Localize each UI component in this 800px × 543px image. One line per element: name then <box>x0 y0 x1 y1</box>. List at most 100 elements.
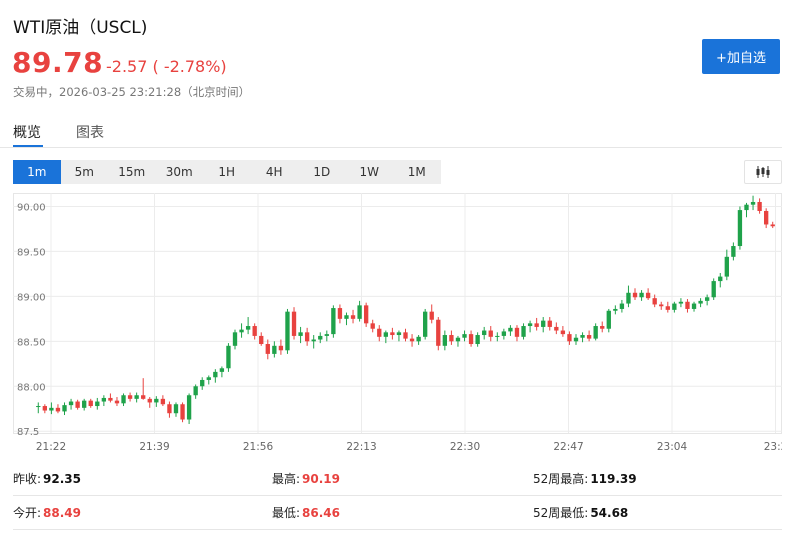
candle-body <box>95 401 100 407</box>
candlestick-icon <box>756 166 770 178</box>
candle-body <box>495 335 500 337</box>
stat-value: 119.39 <box>590 472 637 486</box>
candle-body <box>731 246 736 257</box>
candle-body <box>232 332 238 346</box>
candle-body <box>239 329 244 333</box>
candle-body <box>160 398 166 405</box>
stat-value: 90.19 <box>302 472 341 486</box>
candle-body <box>429 311 434 320</box>
interval-5m[interactable]: 5m <box>61 160 109 184</box>
stat-label: 最低: <box>272 506 301 520</box>
stat-high: 最高: 90.19 <box>272 470 340 487</box>
stat-label: 今开: <box>13 506 42 520</box>
candle-body <box>206 377 211 380</box>
x-tick-label: 21:22 <box>36 441 66 453</box>
price-chart[interactable]: 87.5 88.00 88.50 89.00 89.50 90.00 21:22 21:39 2… <box>0 188 782 453</box>
candle-body <box>593 326 598 339</box>
price-change: -2.57 ( -2.78%) <box>106 57 227 76</box>
candle-body <box>265 344 270 354</box>
candle-body <box>626 292 631 304</box>
stat-open: 今开: 88.49 <box>13 504 81 521</box>
candle-body <box>324 334 329 336</box>
candle-body <box>698 300 703 304</box>
tab-overview[interactable]: 概览 <box>13 122 41 142</box>
candle-body <box>567 334 572 342</box>
trading-status: 交易中，2026-03-25 23:21:28（北京时间） <box>13 85 251 99</box>
stat-label: 昨收: <box>13 472 42 486</box>
candle-body <box>442 335 448 346</box>
candle-body <box>55 407 61 412</box>
candle-body <box>396 332 402 336</box>
candle-body <box>560 330 566 335</box>
interval-4h[interactable]: 4H <box>251 160 299 184</box>
candle-body <box>665 306 670 310</box>
candle-body <box>344 315 349 319</box>
candle-body <box>652 298 657 305</box>
candle-body <box>475 335 480 345</box>
candle-body <box>311 339 316 342</box>
candle-body <box>357 305 362 319</box>
candle-body <box>36 406 41 408</box>
interval-1w[interactable]: 1W <box>346 160 394 184</box>
candle-body <box>42 406 48 411</box>
candle-body <box>416 336 421 342</box>
x-tick-label: 23:2 <box>764 441 782 453</box>
candle-body <box>606 310 611 329</box>
interval-1m[interactable]: 1m <box>13 160 61 184</box>
interval-15m[interactable]: 15m <box>108 160 156 184</box>
candle-body <box>219 368 225 372</box>
candle-body <box>127 395 133 399</box>
stat-value: 86.46 <box>302 506 341 520</box>
stat-label: 52周最高: <box>533 472 589 486</box>
add-watchlist-button[interactable]: +加自选 <box>702 39 780 74</box>
candle-body <box>154 398 159 403</box>
candle-body <box>770 224 775 227</box>
candle-body <box>350 315 356 319</box>
candle-body <box>462 334 467 338</box>
stat-low: 最低: 86.46 <box>272 504 340 521</box>
candle-body <box>724 256 729 277</box>
candle-body <box>200 379 205 387</box>
candle-body <box>685 301 690 309</box>
candle-body <box>436 319 441 346</box>
stat-value: 54.68 <box>590 506 629 520</box>
instrument-title: WTI原油（USCL) <box>13 18 148 38</box>
stat-value: 92.35 <box>43 472 82 486</box>
candle-body <box>704 297 710 301</box>
candle-body <box>573 337 579 342</box>
x-tick-label: 22:30 <box>450 441 480 453</box>
tabs-divider <box>0 147 782 148</box>
y-tick-label: 88.00 <box>17 382 46 393</box>
chart-type-button[interactable] <box>744 160 782 184</box>
candle-body <box>750 201 756 205</box>
candle-body <box>632 292 638 298</box>
interval-30m[interactable]: 30m <box>156 160 204 184</box>
candle-body <box>383 332 388 337</box>
interval-1h[interactable]: 1H <box>203 160 251 184</box>
candle-body <box>449 335 454 342</box>
candle-body <box>134 395 139 399</box>
interval-1mo[interactable]: 1M <box>393 160 441 184</box>
candle-body <box>363 305 369 324</box>
candle-body <box>455 337 461 342</box>
x-tick-label: 22:13 <box>346 441 376 453</box>
stats-row-1: 昨收: 92.35 最高: 90.19 52周最高: 119.39 <box>13 461 782 496</box>
candle-body <box>541 320 546 327</box>
tab-chart[interactable]: 图表 <box>76 122 104 142</box>
candle-body <box>711 281 716 298</box>
last-price: 89.78 <box>12 46 104 79</box>
candle-body <box>285 311 290 351</box>
stats-row-2: 今开: 88.49 最低: 86.46 52周最低: 54.68 <box>13 495 782 530</box>
y-tick-label: 89.00 <box>17 292 46 303</box>
candle-body <box>645 292 651 299</box>
candle-body <box>331 308 336 335</box>
candle-body <box>488 330 493 337</box>
candle-body <box>672 303 677 310</box>
x-tick-label: 22:47 <box>553 441 583 453</box>
candle-body <box>186 395 192 420</box>
candle-body <box>226 345 231 369</box>
candle-body <box>514 327 520 337</box>
interval-1d[interactable]: 1D <box>298 160 346 184</box>
stat-52w-high: 52周最高: 119.39 <box>533 470 637 487</box>
candle-body <box>547 320 552 327</box>
